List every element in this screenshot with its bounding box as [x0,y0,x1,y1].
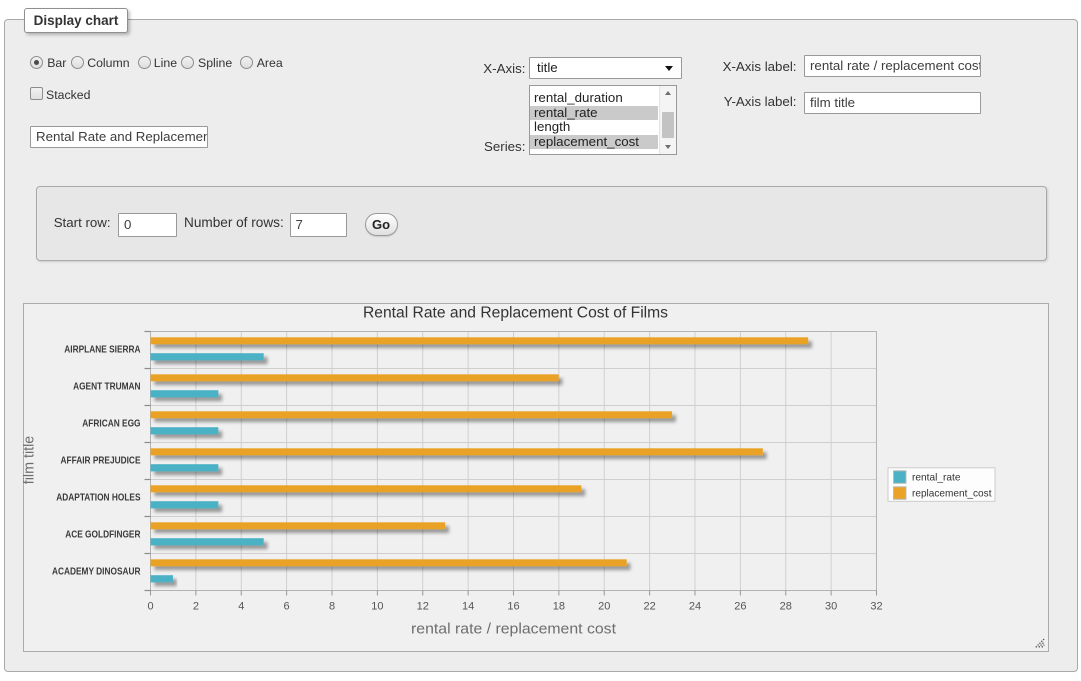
svg-text:replacement_cost: replacement_cost [912,487,992,499]
svg-text:16: 16 [507,601,519,613]
svg-text:4: 4 [238,601,244,613]
svg-text:AFRICAN EGG: AFRICAN EGG [82,419,140,430]
svg-text:0: 0 [147,601,153,613]
svg-text:8: 8 [329,601,335,613]
svg-text:26: 26 [734,601,746,613]
svg-text:ACADEMY DINOSAUR: ACADEMY DINOSAUR [52,567,141,578]
svg-text:Rental Rate and Replacement Co: Rental Rate and Replacement Cost of Film… [363,305,668,322]
svg-text:24: 24 [689,601,701,613]
svg-text:28: 28 [780,601,792,613]
svg-text:22: 22 [643,601,655,613]
svg-text:film title: film title [23,436,37,485]
svg-text:AIRPLANE SIERRA: AIRPLANE SIERRA [64,345,141,356]
svg-text:32: 32 [870,601,882,613]
svg-text:10: 10 [371,601,383,613]
svg-text:30: 30 [825,601,837,613]
svg-text:20: 20 [598,601,610,613]
svg-text:AGENT TRUMAN: AGENT TRUMAN [73,382,140,393]
svg-text:2: 2 [193,601,199,613]
svg-text:14: 14 [462,601,474,613]
svg-text:rental_rate: rental_rate [912,471,961,483]
svg-text:6: 6 [284,601,290,613]
svg-text:12: 12 [417,601,429,613]
svg-text:ACE GOLDFINGER: ACE GOLDFINGER [65,530,141,541]
svg-text:AFFAIR PREJUDICE: AFFAIR PREJUDICE [61,456,141,467]
svg-text:ADAPTATION HOLES: ADAPTATION HOLES [56,493,140,504]
svg-text:18: 18 [553,601,565,613]
svg-text:rental rate / replacement cost: rental rate / replacement cost [411,621,617,638]
